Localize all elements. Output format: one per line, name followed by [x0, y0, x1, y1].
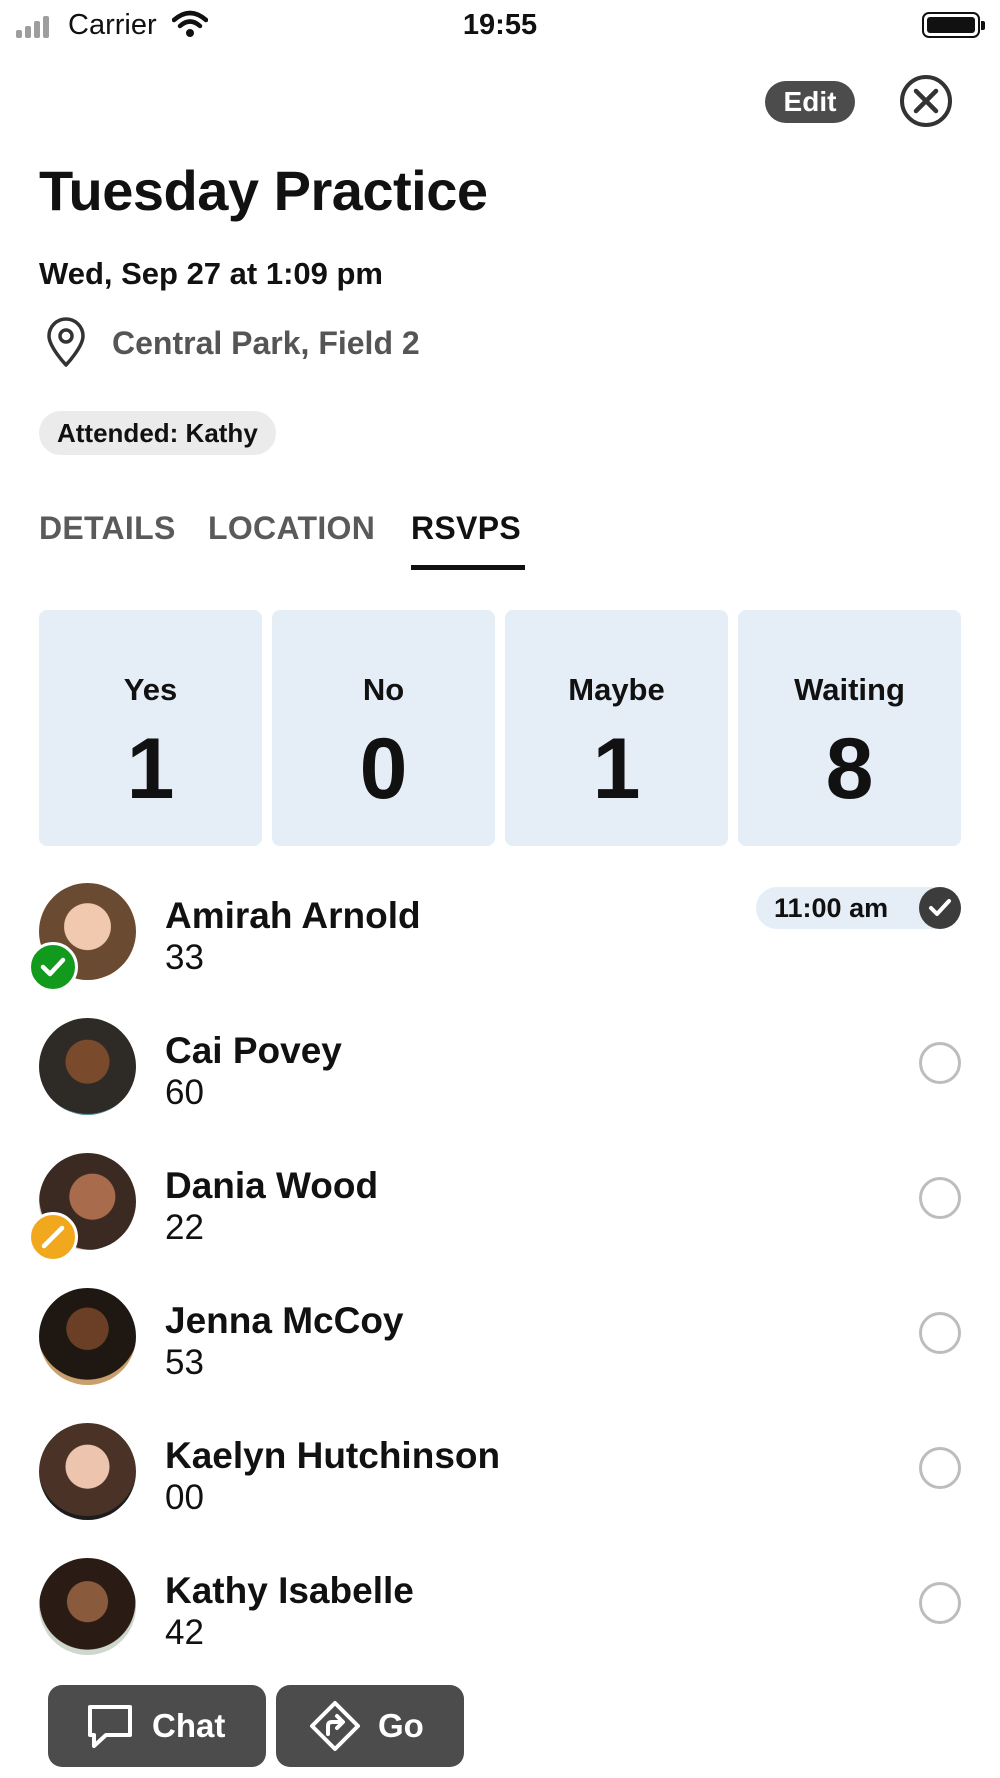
member-row[interactable]: Kaelyn Hutchinson 00: [0, 1423, 1000, 1543]
checkmark-icon[interactable]: [919, 887, 961, 929]
member-number: 60: [165, 1073, 204, 1112]
event-datetime: Wed, Sep 27 at 1:09 pm: [39, 256, 383, 291]
member-number: 00: [165, 1478, 204, 1517]
rsvp-count-yes[interactable]: Yes 1: [39, 610, 262, 846]
go-button[interactable]: Go: [276, 1685, 464, 1767]
member-name: Cai Povey: [165, 1030, 342, 1071]
count-label: Maybe: [568, 672, 665, 707]
map-pin-icon: [47, 317, 85, 367]
status-time: 19:55: [462, 9, 538, 41]
count-value: 8: [825, 721, 874, 817]
attended-badge: Attended: Kathy: [39, 411, 276, 455]
attendance-checkbox[interactable]: [919, 1177, 961, 1219]
rsvp-maybe-badge: [28, 1212, 78, 1262]
count-value: 1: [592, 721, 641, 817]
attendance-time-pill[interactable]: 11:00 am: [756, 887, 961, 929]
chat-bubble-icon: [88, 1705, 132, 1748]
count-label: No: [362, 672, 405, 707]
attendance-checkbox[interactable]: [919, 1312, 961, 1354]
attendance-checkbox[interactable]: [919, 1582, 961, 1624]
member-name: Kaelyn Hutchinson: [165, 1435, 501, 1476]
rsvp-count-no[interactable]: No 0: [272, 610, 495, 846]
attendance-checkbox[interactable]: [919, 1447, 961, 1489]
rsvp-count-maybe[interactable]: Maybe 1: [505, 610, 728, 846]
edit-button[interactable]: Edit: [765, 81, 855, 123]
status-bar: Carrier 19:55: [0, 0, 1000, 50]
rsvp-count-waiting[interactable]: Waiting 8: [738, 610, 961, 846]
tab-rsvps[interactable]: RSVPS: [411, 510, 521, 547]
avatar: [39, 1558, 136, 1655]
member-number: 53: [165, 1343, 204, 1382]
tab-location[interactable]: LOCATION: [208, 510, 375, 547]
member-number: 33: [165, 938, 204, 977]
directions-icon: [310, 1701, 360, 1751]
page-title: Tuesday Practice: [39, 159, 488, 222]
rsvp-yes-badge: [28, 942, 78, 992]
count-value: 1: [126, 721, 175, 817]
go-button-label: Go: [378, 1707, 424, 1744]
close-icon[interactable]: [898, 73, 954, 129]
count-label: Yes: [123, 672, 178, 707]
member-number: 22: [165, 1208, 204, 1247]
count-label: Waiting: [794, 672, 905, 707]
member-row[interactable]: Amirah Arnold 33 11:00 am: [0, 883, 1000, 1003]
active-tab-indicator: [411, 565, 525, 570]
event-location[interactable]: Central Park, Field 2: [112, 325, 420, 362]
battery-icon: [922, 12, 985, 38]
member-row[interactable]: Kathy Isabelle 42: [0, 1558, 1000, 1678]
chat-button[interactable]: Chat: [48, 1685, 266, 1767]
member-name: Dania Wood: [165, 1165, 379, 1206]
member-row[interactable]: Dania Wood 22: [0, 1153, 1000, 1273]
chat-button-label: Chat: [152, 1707, 226, 1744]
member-name: Amirah Arnold: [165, 895, 421, 936]
count-value: 0: [359, 721, 408, 817]
attendance-time: 11:00 am: [774, 893, 889, 923]
avatar: [39, 1018, 136, 1115]
avatar: [39, 1423, 136, 1520]
attendance-checkbox[interactable]: [919, 1042, 961, 1084]
member-name: Jenna McCoy: [165, 1300, 404, 1341]
tab-details[interactable]: DETAILS: [39, 510, 176, 547]
avatar: [39, 1288, 136, 1385]
member-row[interactable]: Cai Povey 60: [0, 1018, 1000, 1138]
member-number: 42: [165, 1613, 204, 1652]
member-name: Kathy Isabelle: [165, 1570, 414, 1611]
member-row[interactable]: Jenna McCoy 53: [0, 1288, 1000, 1408]
